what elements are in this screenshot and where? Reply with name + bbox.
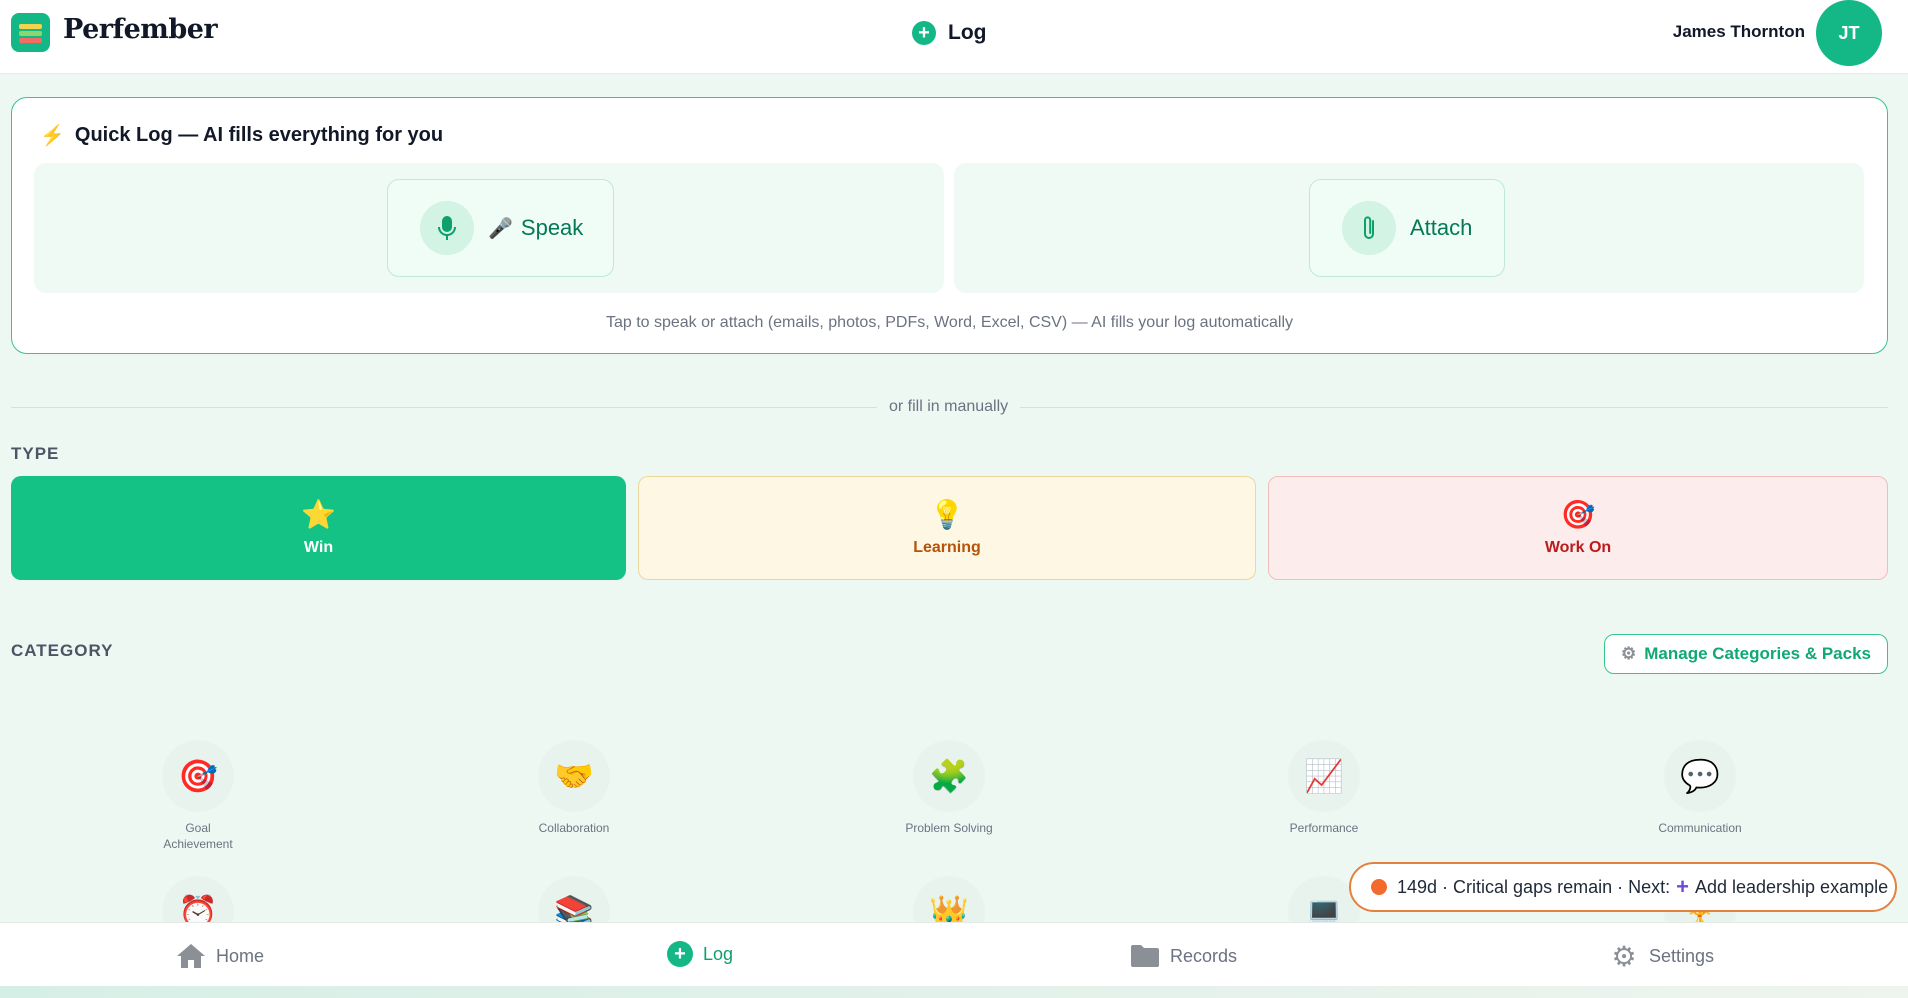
chart-increasing-icon: 📈 (1288, 740, 1360, 812)
category-label: Goal Achievement (163, 821, 233, 851)
bottom-strip (0, 986, 1908, 998)
type-learning-label: Learning (913, 539, 981, 556)
nav-log[interactable]: + Log (667, 941, 733, 967)
category-label: Communication (1658, 821, 1742, 835)
nav-home[interactable]: Home (176, 941, 264, 971)
header-log-label: Log (948, 21, 987, 44)
type-work-on-label: Work On (1544, 539, 1612, 556)
type-win-label: Win (303, 539, 334, 556)
nav-log-label: Log (703, 943, 734, 964)
category-label: Problem Solving (905, 821, 993, 835)
status-action: Add leadership example (1694, 876, 1889, 897)
status-pill[interactable]: 149d · Critical gaps remain · Next: + Ad… (1349, 862, 1897, 912)
quick-log-title: ⚡ Quick Log — AI fills everything for yo… (40, 123, 443, 148)
home-icon (176, 941, 206, 971)
type-learning-card[interactable]: 💡 Learning (638, 476, 1256, 580)
user-name: James Thornton (1672, 22, 1805, 41)
category-performance[interactable]: 📈 Performance (1254, 740, 1394, 836)
plus-icon: + (1676, 874, 1689, 899)
category-communication[interactable]: 💬 Communication (1630, 740, 1770, 836)
type-section-label: TYPE (11, 444, 60, 463)
divider-text: or fill in manually (877, 398, 1021, 416)
type-win-card[interactable]: ⭐ Win (11, 476, 626, 580)
star-icon: ⭐ (301, 499, 336, 530)
handshake-icon: 🤝 (538, 740, 610, 812)
nav-settings-label: Settings (1649, 945, 1715, 966)
category-label: Performance (1289, 821, 1359, 835)
quick-log-title-text: Quick Log — AI fills everything for you (74, 124, 444, 146)
speak-button[interactable]: 🎤 Speak (387, 179, 614, 277)
status-dot-icon (1371, 879, 1387, 895)
gear-icon: ⚙ (1620, 644, 1637, 663)
nav-records[interactable]: Records (1130, 941, 1237, 971)
attach-panel: Attach (954, 163, 1864, 293)
manage-categories-button[interactable]: ⚙ Manage Categories & Packs (1604, 634, 1888, 674)
brand-name[interactable]: Perfember (63, 14, 218, 45)
gear-icon: ⚙ (1611, 940, 1637, 972)
speak-label: Speak (520, 215, 584, 240)
avatar[interactable]: JT (1816, 0, 1882, 66)
nav-home-label: Home (216, 945, 265, 966)
plus-circle-icon: + (912, 21, 936, 45)
microphone-icon (420, 201, 474, 255)
manage-categories-label: Manage Categories & Packs (1644, 644, 1871, 663)
speech-bubble-icon: 💬 (1664, 740, 1736, 812)
folder-icon (1130, 941, 1160, 971)
attach-label: Attach (1410, 215, 1473, 240)
category-problem-solving[interactable]: 🧩 Problem Solving (879, 740, 1019, 836)
logo-icon[interactable] (11, 13, 50, 52)
type-work-on-card[interactable]: 🎯 Work On (1268, 476, 1888, 580)
quick-log-card: ⚡ Quick Log — AI fills everything for yo… (11, 97, 1888, 354)
paperclip-icon (1342, 201, 1396, 255)
target-icon: 🎯 (1560, 499, 1596, 530)
bottom-nav: Home + Log Records ⚙ Settings (0, 922, 1908, 986)
app-header: Perfember + Log James Thornton JT (0, 0, 1908, 74)
category-section-label: CATEGORY (11, 641, 114, 660)
quick-log-hint: Tap to speak or attach (emails, photos, … (605, 314, 1294, 331)
category-collaboration[interactable]: 🤝 Collaboration (504, 740, 644, 836)
plus-circle-icon: + (667, 941, 693, 967)
nav-records-label: Records (1170, 945, 1238, 966)
status-text: 149d · Critical gaps remain · Next: (1397, 876, 1671, 897)
speak-panel: 🎤 Speak (34, 163, 944, 293)
lightbulb-icon: 💡 (929, 499, 965, 530)
puzzle-icon: 🧩 (913, 740, 985, 812)
category-goal-achievement[interactable]: 🎯 Goal Achievement (128, 740, 268, 852)
category-label: Collaboration (538, 821, 610, 835)
target-icon: 🎯 (162, 740, 234, 812)
header-log-button[interactable]: + Log (912, 18, 986, 48)
mic-emoji-icon: 🎤 (488, 217, 513, 240)
attach-button[interactable]: Attach (1309, 179, 1505, 277)
nav-settings[interactable]: ⚙ Settings (1609, 940, 1715, 972)
bolt-icon: ⚡ (40, 125, 65, 147)
